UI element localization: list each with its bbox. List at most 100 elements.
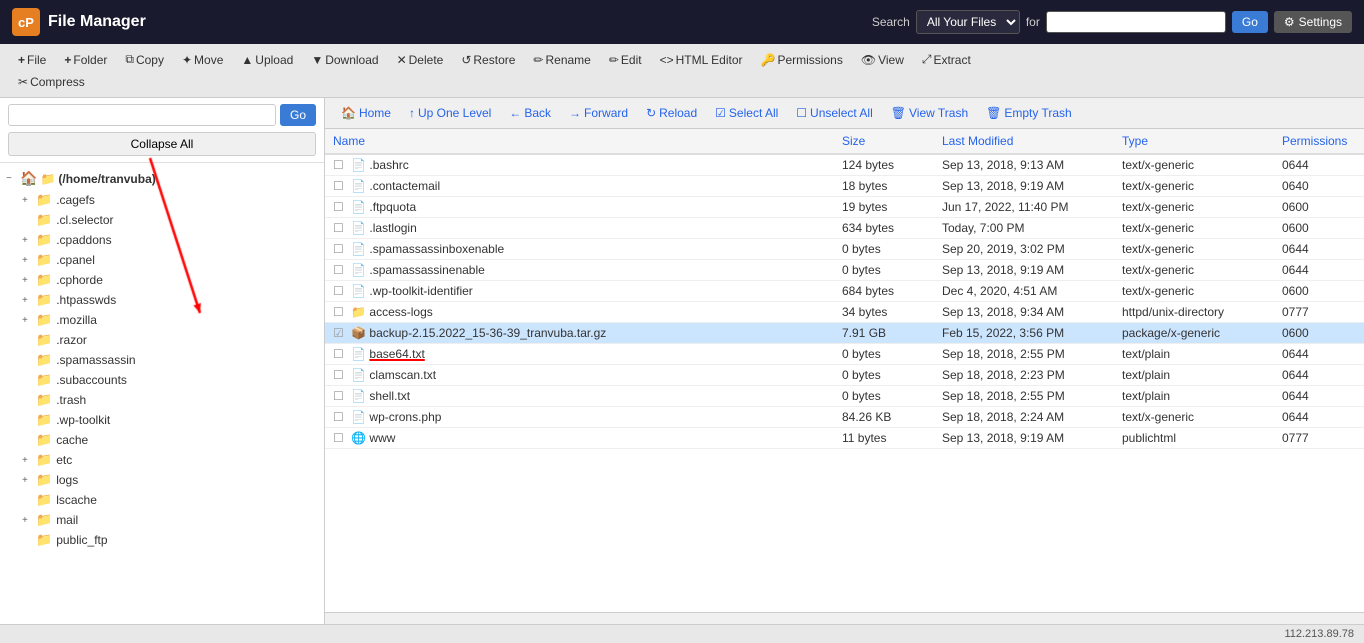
doc-icon: 📄	[351, 389, 366, 403]
tree-item-label: .cagefs	[56, 193, 95, 207]
table-row[interactable]: ☐ 📄 .spamassassinboxenable 0 bytes Sep 2…	[325, 239, 1364, 260]
row-checkbox: ☐	[333, 158, 344, 172]
tree-item-mail[interactable]: + 📁 mail	[0, 510, 324, 530]
search-input[interactable]	[1046, 11, 1226, 33]
tree-item-label: .cpaddons	[56, 233, 111, 247]
tree-item-cl-selector[interactable]: 📁 .cl.selector	[0, 210, 324, 230]
html-editor-button[interactable]: <> HTML Editor	[652, 50, 751, 70]
move-button[interactable]: ✦ Move	[174, 50, 231, 70]
collapse-all-button[interactable]: Collapse All	[8, 132, 316, 156]
tree-item-public_ftp[interactable]: 📁 public_ftp	[0, 530, 324, 550]
table-row[interactable]: ☐ 📄 shell.txt 0 bytes Sep 18, 2018, 2:55…	[325, 386, 1364, 407]
extract-button[interactable]: ⤢ Extract	[914, 49, 979, 70]
delete-label: Delete	[409, 53, 444, 67]
select-all-label: Select All	[729, 106, 778, 120]
new-file-button[interactable]: + File	[10, 50, 54, 70]
reload-button[interactable]: ↻ Reload	[638, 103, 705, 123]
sidebar-go-button[interactable]: Go	[280, 104, 316, 126]
col-modified[interactable]: Last Modified	[934, 129, 1114, 154]
table-row[interactable]: ☑ 📦 backup-2.15.2022_15-36-39_tranvuba.t…	[325, 323, 1364, 344]
table-row[interactable]: ☐ 📄 .lastlogin 634 bytes Today, 7:00 PM …	[325, 218, 1364, 239]
col-name[interactable]: Name	[325, 129, 834, 154]
tree-item-label: .cphorde	[56, 273, 103, 287]
permissions-button[interactable]: 🔑 Permissions	[753, 50, 851, 70]
col-size[interactable]: Size	[834, 129, 934, 154]
edit-button[interactable]: ✏ Edit	[601, 50, 650, 70]
search-scope-select[interactable]: All Your Files	[916, 10, 1020, 34]
col-permissions[interactable]: Permissions	[1274, 129, 1364, 154]
file-type: text/plain	[1114, 365, 1274, 386]
table-row[interactable]: ☐ 📄 .wp-toolkit-identifier 684 bytes Dec…	[325, 281, 1364, 302]
doc-icon: 📄	[351, 200, 366, 214]
tree-item-logs[interactable]: + 📁 logs	[0, 470, 324, 490]
file-type: text/plain	[1114, 344, 1274, 365]
back-button[interactable]: ← Back	[501, 103, 559, 123]
horizontal-scrollbar[interactable]	[325, 612, 1364, 624]
tree-item-trash[interactable]: 📁 .trash	[0, 390, 324, 410]
restore-label: Restore	[473, 53, 515, 67]
tree-root-item[interactable]: − 🏠 📁 (/home/tranvuba)	[0, 167, 324, 190]
sidebar-path-input[interactable]	[8, 104, 276, 126]
ip-address: 112.213.89.78	[1284, 628, 1354, 640]
table-row[interactable]: ☐ 📄 .bashrc 124 bytes Sep 13, 2018, 9:13…	[325, 154, 1364, 176]
table-row[interactable]: ☐ 📄 .ftpquota 19 bytes Jun 17, 2022, 11:…	[325, 197, 1364, 218]
tree-toggle: +	[22, 255, 36, 266]
table-row[interactable]: ☐ 📄 base64.txt 0 bytes Sep 18, 2018, 2:5…	[325, 344, 1364, 365]
table-row[interactable]: ☐ 📄 .contactemail 18 bytes Sep 13, 2018,…	[325, 176, 1364, 197]
up-label: Up One Level	[418, 106, 491, 120]
tree-item-label: lscache	[56, 493, 97, 507]
tree-item-subaccounts[interactable]: 📁 .subaccounts	[0, 370, 324, 390]
edit-label: Edit	[621, 53, 642, 67]
col-type[interactable]: Type	[1114, 129, 1274, 154]
tree-item-cagefs[interactable]: + 📁 .cagefs	[0, 190, 324, 210]
settings-button[interactable]: ⚙ Settings	[1274, 11, 1352, 33]
row-checkbox: ☐	[333, 305, 344, 319]
upload-button[interactable]: ▲ Upload	[233, 50, 301, 70]
tree-item-mozilla[interactable]: + 📁 .mozilla	[0, 310, 324, 330]
file-type: httpd/unix-directory	[1114, 302, 1274, 323]
empty-trash-button[interactable]: 🗑 Empty Trash	[978, 103, 1080, 123]
restore-button[interactable]: ↺ Restore	[453, 50, 523, 70]
up-level-button[interactable]: ↑ Up One Level	[401, 103, 499, 123]
file-size: 0 bytes	[834, 386, 934, 407]
tree-item-cphorde[interactable]: + 📁 .cphorde	[0, 270, 324, 290]
folder-icon: 📁	[36, 292, 52, 308]
view-button[interactable]: 👁 View	[853, 50, 912, 70]
compress-button[interactable]: ✂ Compress	[10, 72, 93, 92]
table-row[interactable]: ☐ 📄 .spamassassinenable 0 bytes Sep 13, …	[325, 260, 1364, 281]
view-trash-button[interactable]: 🗑 View Trash	[883, 103, 976, 123]
row-checkbox: ☐	[333, 200, 344, 214]
compress-icon: ✂	[18, 75, 28, 89]
file-permissions: 0644	[1274, 365, 1364, 386]
new-folder-button[interactable]: + Folder	[56, 50, 115, 70]
tree-item-etc[interactable]: + 📁 etc	[0, 450, 324, 470]
select-all-button[interactable]: ☑ Select All	[707, 103, 786, 123]
folder-icon: 📁	[36, 392, 52, 408]
tree-item-lscache[interactable]: 📁 lscache	[0, 490, 324, 510]
copy-button[interactable]: ⧉ Copy	[117, 49, 172, 70]
file-name: .spamassassinboxenable	[369, 242, 504, 256]
table-row[interactable]: ☐ 🌐 www 11 bytes Sep 13, 2018, 9:19 AM p…	[325, 428, 1364, 449]
up-icon: ↑	[409, 106, 415, 120]
unselect-all-button[interactable]: ☐ Unselect All	[788, 103, 880, 123]
table-row[interactable]: ☐ 📄 clamscan.txt 0 bytes Sep 18, 2018, 2…	[325, 365, 1364, 386]
tree-item-wp-toolkit[interactable]: 📁 .wp-toolkit	[0, 410, 324, 430]
forward-button[interactable]: → Forward	[561, 103, 636, 123]
tree-item-cpaddons[interactable]: + 📁 .cpaddons	[0, 230, 324, 250]
tree-item-spamassassin[interactable]: 📁 .spamassassin	[0, 350, 324, 370]
download-button[interactable]: ▼ Download	[303, 50, 386, 70]
tree-item-htpasswds[interactable]: + 📁 .htpasswds	[0, 290, 324, 310]
tree-item-razor[interactable]: 📁 .razor	[0, 330, 324, 350]
table-row[interactable]: ☐ 📄 wp-crons.php 84.26 KB Sep 18, 2018, …	[325, 407, 1364, 428]
search-go-button[interactable]: Go	[1232, 11, 1268, 33]
forward-icon: →	[569, 106, 581, 120]
rename-button[interactable]: ✏ Rename	[525, 50, 598, 70]
table-row[interactable]: ☐ 📁 access-logs 34 bytes Sep 13, 2018, 9…	[325, 302, 1364, 323]
tree-item-cache[interactable]: 📁 cache	[0, 430, 324, 450]
tree-item-cpanel[interactable]: + 📁 .cpanel	[0, 250, 324, 270]
home-nav-button[interactable]: 🏠 Home	[333, 103, 399, 123]
doc-icon: 📄	[351, 347, 366, 361]
package-icon: 📦	[351, 326, 366, 340]
delete-button[interactable]: ✕ Delete	[389, 50, 452, 70]
file-type: package/x-generic	[1114, 323, 1274, 344]
